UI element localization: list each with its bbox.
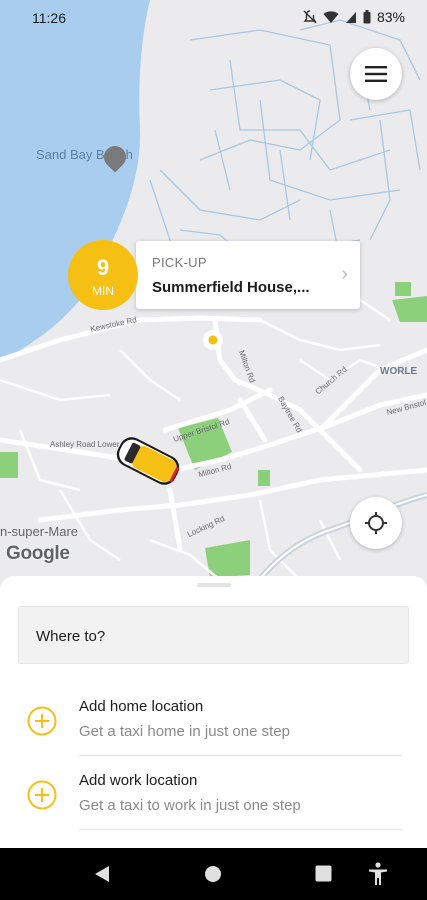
menu-button[interactable] xyxy=(350,48,402,100)
eta-badge: 9 MIN xyxy=(68,240,138,310)
back-icon[interactable] xyxy=(94,865,110,883)
bottom-sheet: Where to? Add home location Get a taxi h… xyxy=(0,576,427,848)
home-icon[interactable] xyxy=(204,865,222,883)
recents-icon[interactable] xyxy=(315,865,332,882)
where-to-placeholder: Where to? xyxy=(36,628,106,645)
system-nav-bar xyxy=(0,848,427,900)
battery-percent: 83% xyxy=(376,9,405,25)
road-label-ashley: Ashley Road Lower xyxy=(50,440,120,449)
my-location-button[interactable] xyxy=(350,497,402,549)
status-icons: 83% xyxy=(303,9,405,25)
divider xyxy=(79,755,402,756)
eta-unit: MIN xyxy=(92,284,114,298)
my-location-icon xyxy=(365,512,387,534)
pickup-address: Summerfield House,... xyxy=(152,279,310,296)
wifi-icon xyxy=(323,10,339,23)
do-not-disturb-icon xyxy=(303,10,317,24)
divider xyxy=(79,829,402,830)
add-home-title: Add home location xyxy=(79,698,204,715)
accessibility-icon[interactable] xyxy=(368,862,388,886)
add-work-location-item[interactable]: Add work location Get a taxi to work in … xyxy=(0,758,427,832)
hamburger-menu-icon xyxy=(365,66,387,82)
add-home-subtitle: Get a taxi home in just one step xyxy=(79,723,290,740)
status-bar: 11:26 83% xyxy=(0,0,427,36)
map-label-sand-bay: Sand Bay Beach xyxy=(36,147,133,162)
add-work-title: Add work location xyxy=(79,772,198,789)
add-work-subtitle: Get a taxi to work in just one step xyxy=(79,797,301,814)
status-time: 11:26 xyxy=(32,10,66,26)
where-to-input[interactable]: Where to? xyxy=(18,606,409,664)
map-label-worle: WORLE xyxy=(380,366,418,377)
chevron-right-icon: › xyxy=(341,263,348,285)
pickup-label: PICK-UP xyxy=(152,255,207,270)
google-attribution: Google xyxy=(6,543,70,564)
pickup-card[interactable]: PICK-UP Summerfield House,... › xyxy=(136,241,360,309)
eta-value: 9 xyxy=(96,255,110,280)
add-circle-icon xyxy=(27,706,57,736)
add-home-location-item[interactable]: Add home location Get a taxi home in jus… xyxy=(0,684,427,758)
battery-icon xyxy=(363,10,371,24)
signal-icon xyxy=(345,11,356,23)
sheet-drag-handle[interactable] xyxy=(197,583,231,587)
add-circle-icon xyxy=(27,780,57,810)
map-label-super-mare: n-super-Mare xyxy=(0,524,79,539)
